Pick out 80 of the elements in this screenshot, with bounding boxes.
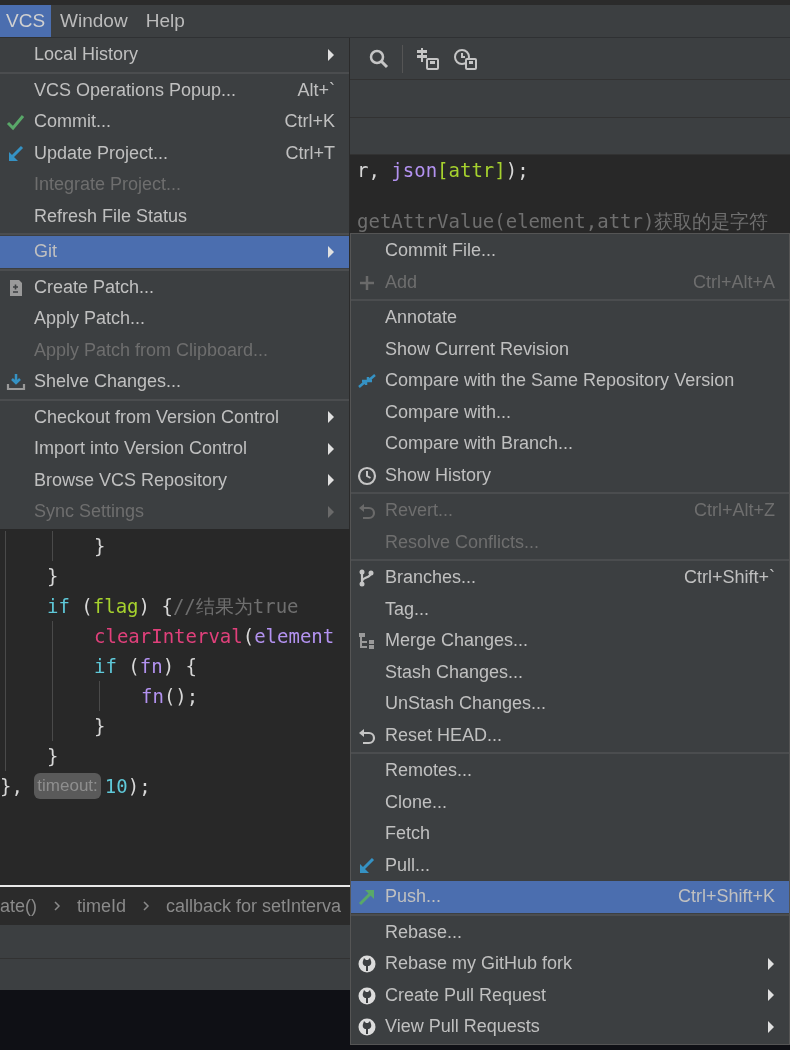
menu-item[interactable]: Local History [0,39,349,71]
menu-item[interactable]: Create Pull Request [351,979,789,1011]
menu-item[interactable]: Clone... [351,786,789,818]
code-text: ( [242,623,255,649]
clock-icon [357,465,377,486]
menu-item[interactable]: Shelve Changes... [0,366,349,398]
search-icon[interactable] [368,47,390,70]
code-text: }, [0,773,24,799]
github-icon [357,1017,377,1037]
clock-icon[interactable] [453,46,479,71]
code-text: //结果为true [172,593,299,619]
menu-item[interactable]: Annotate [351,302,789,334]
menu-item[interactable]: Commit... Ctrl+K [0,106,349,138]
breadcrumb-item[interactable]: timeId [77,892,127,920]
code-text: if [94,653,117,679]
chevron-icon [142,900,151,912]
menu-item[interactable]: Rebase my GitHub fork [351,948,789,980]
code-text: ) { [162,653,197,679]
code-text: } [47,743,59,769]
menu-item[interactable]: Compare with... [351,396,789,428]
menu-item[interactable]: Browse VCS Repository [0,464,349,496]
arrow-icon [357,887,377,907]
menu-item[interactable]: Compare with the Same Repository Version [351,365,789,397]
menu-item[interactable]: Checkout from Version Control [0,401,349,433]
menu-item[interactable]: Show History [351,459,789,491]
code-text: r, [357,157,381,183]
code-text: fn [141,683,164,709]
undo-icon [357,501,377,521]
code-text: ( [127,653,140,679]
compare-icon [357,371,377,391]
breadcrumb-item[interactable]: callback for setInterva [166,892,342,920]
code-text: } [94,713,106,739]
menu-item[interactable]: Reset HEAD... [351,719,789,751]
menu-item[interactable]: Show Current Revision [351,333,789,365]
code-text: fn [139,653,163,679]
menu-item[interactable]: Import into Version Control [0,433,349,465]
code-text: ) { [138,593,173,619]
breadcrumb-item[interactable]: ate() [0,892,37,920]
chevron-icon [53,900,61,912]
arrow-icon [6,143,26,164]
code-text: element [254,623,335,649]
code-text: ); [127,773,151,799]
shelve-icon [6,372,26,392]
menu-item[interactable]: Tag... [351,593,789,625]
code-text: getAttrValue(element,attr)获取的是字符 [357,208,769,234]
menu-title[interactable]: VCS [0,5,52,37]
menu-item[interactable]: Commit File... [351,235,789,267]
code-text: (); [163,683,199,709]
merge-icon [357,631,377,651]
github-icon [357,985,377,1006]
menu-item[interactable]: Merge Changes... [351,625,789,657]
code-text: } [94,533,106,559]
menu-item[interactable]: Apply Patch... [0,303,349,335]
check-icon [6,112,26,132]
arrow-icon [357,855,377,876]
menu-item[interactable]: Rebase... [351,916,789,948]
menu-item[interactable]: Remotes... [351,755,789,787]
code-text: ); [505,157,529,183]
menu-item[interactable]: VCS Operations Popup... Alt+` [0,74,349,106]
code-text: ( [80,593,93,619]
menu-item[interactable]: Pull... [351,849,789,881]
menu-item[interactable]: Refresh File Status [0,200,349,232]
menu-item[interactable]: Branches... Ctrl+Shift+` [351,562,789,594]
github-icon [357,954,377,974]
code-text: [attr] [437,157,506,183]
menu-item[interactable]: Update Project... Ctrl+T [0,137,349,169]
code-text: } [47,563,59,589]
menu-title[interactable]: Help [136,5,194,37]
database-icon[interactable] [415,46,441,71]
menu-item[interactable]: Create Patch... [0,271,349,303]
code-text: clearInterval [94,623,243,649]
menu-item[interactable]: Compare with Branch... [351,428,789,460]
menu-item[interactable]: UnStash Changes... [351,688,789,720]
code-text: if [47,593,70,619]
code-text: 10 [104,773,128,799]
code-text: flag [92,593,139,619]
menu-title[interactable]: Window [51,5,137,37]
code-text: json [391,157,438,183]
menu-item[interactable]: Fetch [351,818,789,850]
menu-item[interactable]: Stash Changes... [351,656,789,688]
